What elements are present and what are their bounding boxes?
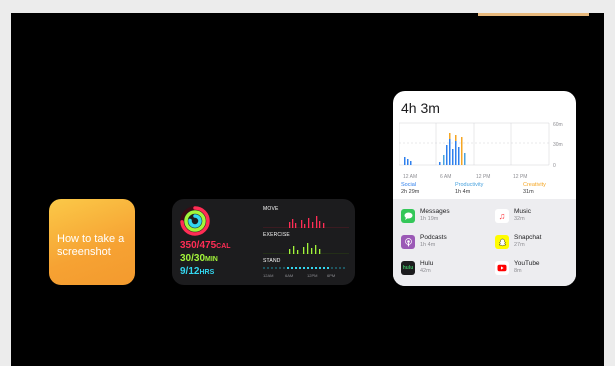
category-productivity: Productivity 1h 4m [455,182,483,196]
top-accent-bar [478,13,589,16]
app-row-snapchat[interactable]: Snapchat 27m [495,232,576,256]
app-time: 1h 4m [420,242,436,248]
app-time: 27m [514,242,525,248]
exercise-label: EXERCISE [263,232,290,238]
presentation-stage: How to take a screenshot 350/475CAL 30/3… [11,13,604,366]
youtube-icon [495,261,509,275]
category-value: 1h 4m [455,189,471,195]
activity-tick: 12AM [263,273,274,278]
x-tick: 12 PM [513,174,528,180]
category-value: 2h 29m [401,189,420,195]
app-row-podcasts[interactable]: Podcasts 1h 4m [401,232,486,256]
move-label: MOVE [263,206,279,212]
stand-stat: 9/12HRS [180,266,215,277]
app-time: 32m [514,216,525,222]
app-name: Snapchat [514,234,542,241]
messages-icon [401,209,415,223]
screen-time-bar-chart: 60m 30m 0 [399,122,563,169]
y-tick: 30m [553,142,563,148]
tip-title: How to take a screenshot [57,233,125,258]
activity-tick: 6AM [285,273,294,278]
app-time: 42m [420,268,431,274]
exercise-bar-chart [263,243,349,254]
x-tick: 12 AM [403,174,418,180]
move-stat: 350/475CAL [180,240,231,251]
y-tick: 0 [553,163,556,169]
category-name: Creativity [523,182,546,188]
music-icon: ♫ [495,209,509,223]
activity-tick: 12PM [307,273,318,278]
tips-widget[interactable]: How to take a screenshot [49,199,135,285]
activity-tick: 6PM [327,273,336,278]
app-row-youtube[interactable]: YouTube 8m [495,258,576,282]
app-row-hulu[interactable]: hulu Hulu 42m [401,258,486,282]
exercise-stat: 30/30MIN [180,253,218,264]
app-name: Hulu [420,260,434,267]
activity-widget[interactable]: 350/475CAL 30/30MIN 9/12HRS MOVE EXERCIS… [172,199,355,285]
stand-hours-chart [263,267,345,269]
app-name: Music [514,208,531,215]
activity-rings-icon [180,206,210,236]
hulu-icon: hulu [401,261,415,275]
stand-label: STAND [263,258,281,264]
app-row-music[interactable]: ♫ Music 32m [495,206,576,230]
x-tick: 6 AM [440,174,452,180]
podcasts-icon [401,235,415,249]
app-name: Messages [420,208,450,215]
app-row-messages[interactable]: Messages 1h 19m [401,206,486,230]
category-name: Social [401,182,416,188]
snapchat-icon [495,235,509,249]
screen-time-total: 4h 3m [401,100,440,116]
category-name: Productivity [455,182,484,188]
app-time: 1h 19m [420,216,439,222]
app-time: 8m [514,268,522,274]
category-social: Social 2h 29m [401,182,419,196]
app-name: YouTube [514,260,540,267]
x-tick: 12 PM [476,174,491,180]
app-usage-list: Messages 1h 19m ♫ Music 32m Podcasts 1h … [393,199,576,286]
move-bar-chart [263,216,349,228]
category-value: 31m [523,189,534,195]
screen-time-widget[interactable]: 4h 3m 60m 30m 0 12 AM 6 AM 12 PM 12 PM S… [393,91,576,286]
app-name: Podcasts [420,234,447,241]
y-tick: 60m [553,122,563,128]
category-creativity: Creativity 31m [523,182,546,196]
